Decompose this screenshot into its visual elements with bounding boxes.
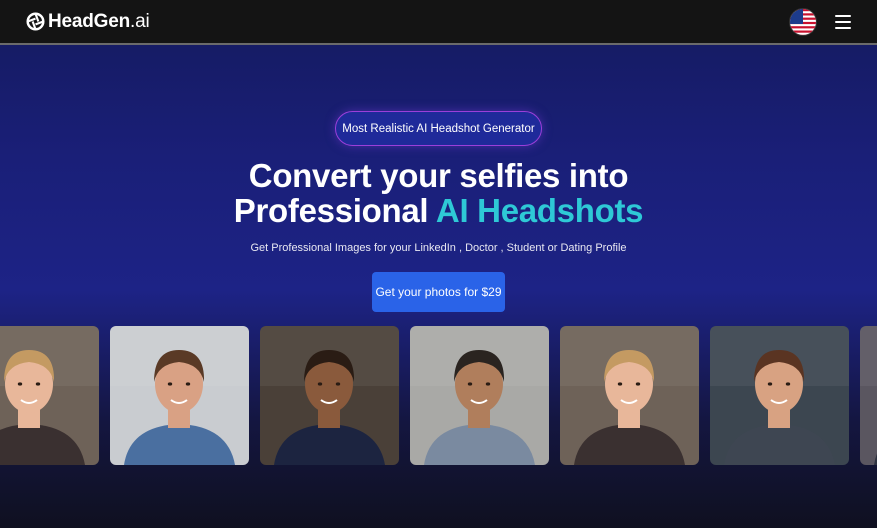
headshot-man-suit (410, 326, 549, 465)
brand-name: HeadGen.ai (48, 10, 150, 32)
headshot-woman-curly (260, 326, 399, 465)
headshot-woman-blonde-2 (560, 326, 699, 465)
headshot-gallery (0, 326, 877, 465)
aperture-logo-icon (26, 12, 45, 31)
headshot-man-blazer (710, 326, 849, 465)
brand-logo[interactable]: HeadGen.ai (26, 10, 150, 33)
headshot-woman-blonde (0, 326, 99, 465)
hero-subheadline: Get Professional Images for your LinkedI… (250, 242, 627, 254)
hero-headline: Convert your selfies into Professional A… (0, 158, 877, 228)
hero-badge: Most Realistic AI Headshot Generator (335, 111, 542, 146)
headshot-partial (860, 326, 877, 465)
hamburger-menu-icon[interactable] (835, 14, 851, 29)
headshot-man-denim (110, 326, 249, 465)
headline-accent: AI Headshots (435, 192, 644, 229)
get-photos-button[interactable]: Get your photos for $29 (372, 272, 505, 312)
us-flag-icon[interactable] (789, 7, 817, 36)
top-navbar: HeadGen.ai (0, 0, 877, 45)
headline-line-1: Convert your selfies into (248, 157, 629, 194)
headline-line-2: Professional AI Headshots (233, 192, 644, 229)
